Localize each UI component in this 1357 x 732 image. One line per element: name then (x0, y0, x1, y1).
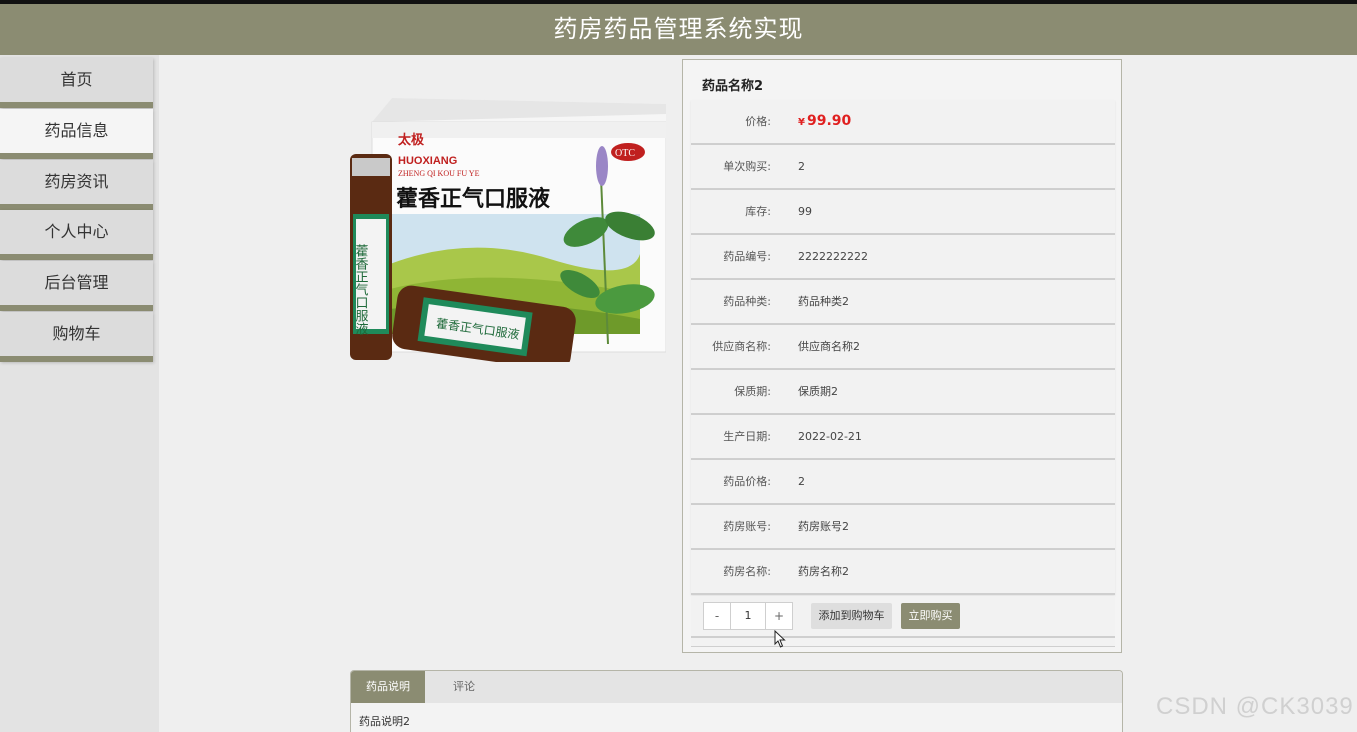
field-label: 保质期: (734, 385, 771, 398)
field-row-drug-category: 药品种类: 药品种类2 (691, 280, 1115, 325)
field-row-supplier: 供应商名称: 供应商名称2 (691, 325, 1115, 370)
field-label: 单次购买: (723, 160, 771, 173)
field-row-pharmacy-name: 药房名称: 药房名称2 (691, 550, 1115, 595)
svg-text:ZHENG QI KOU FU YE: ZHENG QI KOU FU YE (398, 169, 480, 178)
product-name: 药品名称2 (702, 79, 764, 94)
field-value: 供应商名称2 (798, 340, 860, 353)
product-detail-panel: 药品名称2 价格: ¥99.90 单次购买: 2 库存: 99 药品编号: 22… (682, 59, 1122, 653)
sidebar-item-label: 首页 (60, 70, 93, 89)
sidebar-item-label: 购物车 (52, 324, 101, 343)
field-label: 药品种类: (723, 295, 771, 308)
field-label: 生产日期: (723, 430, 771, 443)
sidebar-item-label: 药房资讯 (44, 172, 109, 191)
field-row-single-purchase: 单次购买: 2 (691, 145, 1115, 190)
field-value: 2 (798, 160, 805, 173)
svg-text:藿香正气口服液: 藿香正气口服液 (353, 244, 369, 335)
sidebar-item-drug-info[interactable]: 药品信息 (0, 109, 153, 159)
panel-footer-divider (691, 638, 1115, 647)
field-row-shelf-life: 保质期: 保质期2 (691, 370, 1115, 415)
field-row-pharmacy-account: 药房账号: 药房账号2 (691, 505, 1115, 550)
field-row-production-date: 生产日期: 2022-02-21 (691, 415, 1115, 460)
field-value: 药房账号2 (798, 520, 849, 533)
svg-text:太极: 太极 (397, 132, 425, 148)
field-label: 药品价格: (723, 475, 771, 488)
purchase-actions: - 1 + 添加到购物车 立即购买 (691, 596, 1115, 638)
sidebar-item-personal-center[interactable]: 个人中心 (0, 210, 153, 260)
sidebar-item-cart[interactable]: 购物车 (0, 312, 153, 362)
price-label: 价格: (745, 115, 771, 128)
field-row-stock: 库存: 99 (691, 190, 1115, 235)
sidebar-item-admin[interactable]: 后台管理 (0, 261, 153, 311)
sidebar-item-label: 药品信息 (44, 121, 109, 140)
field-label: 药房名称: (723, 565, 771, 578)
add-to-cart-button[interactable]: 添加到购物车 (811, 603, 892, 629)
quantity-increment-button[interactable]: + (766, 603, 792, 629)
quantity-stepper: - 1 + (703, 602, 793, 630)
field-value: 2 (798, 475, 805, 488)
sidebar-item-home[interactable]: 首页 (0, 58, 153, 108)
field-value: 保质期2 (798, 385, 838, 398)
sidebar-item-label: 后台管理 (44, 273, 109, 292)
field-value: 2022-02-21 (798, 430, 862, 443)
tab-content-text: 药品说明2 (359, 715, 410, 728)
sidebar-item-pharmacy-news[interactable]: 药房资讯 (0, 160, 153, 210)
price-row: 价格: ¥99.90 (691, 100, 1115, 145)
field-label: 药品编号: (723, 250, 771, 263)
page-title: 药房药品管理系统实现 (553, 15, 804, 43)
svg-text:OTC: OTC (615, 148, 635, 159)
field-value: 99 (798, 205, 812, 218)
field-value: 2222222222 (798, 250, 868, 263)
field-label: 供应商名称: (712, 340, 771, 353)
tab-drug-description[interactable]: 药品说明 (351, 671, 425, 703)
field-value: 药房名称2 (798, 565, 849, 578)
field-value: 药品种类2 (798, 295, 849, 308)
field-label: 库存: (745, 205, 771, 218)
svg-text:藿香正气口服液: 藿香正气口服液 (396, 186, 550, 212)
svg-text:HUOXIANG: HUOXIANG (398, 155, 457, 167)
watermark: CSDN @CK3039 (1156, 693, 1354, 720)
field-row-drug-code: 药品编号: 2222222222 (691, 235, 1115, 280)
sidebar-item-label: 个人中心 (44, 222, 109, 241)
price-value: ¥99.90 (798, 113, 852, 129)
product-image: 太极 HUOXIANG ZHENG QI KOU FU YE 藿香正气口服液 O… (350, 98, 666, 362)
field-label: 药房账号: (723, 520, 771, 533)
quantity-input[interactable]: 1 (730, 603, 766, 629)
buy-now-button[interactable]: 立即购买 (901, 603, 960, 629)
sidebar: 首页 药品信息 药房资讯 个人中心 后台管理 购物车 (0, 55, 159, 732)
field-row-drug-price: 药品价格: 2 (691, 460, 1115, 505)
page-header: 药房药品管理系统实现 (0, 4, 1357, 55)
mouse-pointer-icon (774, 630, 786, 648)
drug-tabs-panel: 药品说明 评论 药品说明2 (350, 670, 1123, 732)
tab-comments[interactable]: 评论 (439, 671, 489, 703)
quantity-decrement-button[interactable]: - (704, 603, 730, 629)
tabs-bar: 药品说明 评论 (351, 671, 1122, 703)
